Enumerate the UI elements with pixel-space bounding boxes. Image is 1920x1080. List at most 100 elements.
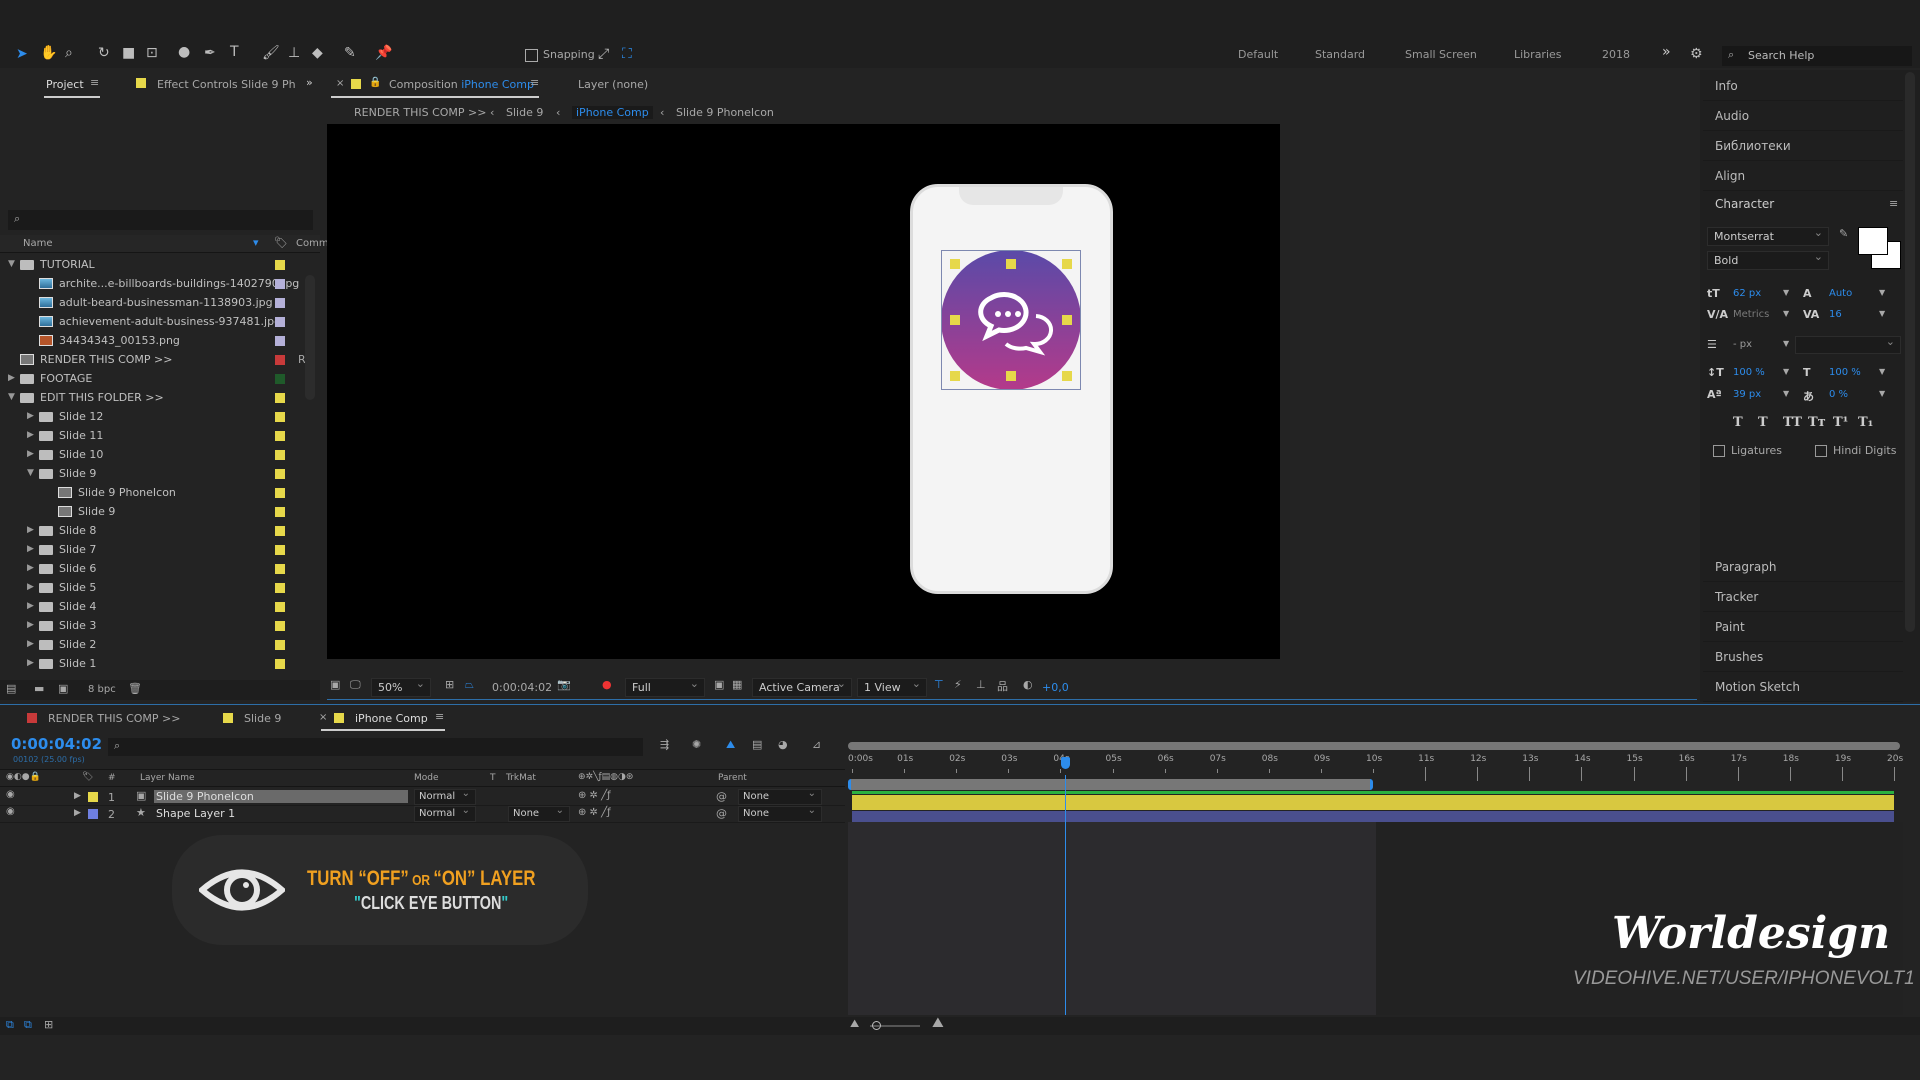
workspace-settings-icon[interactable]: ⚙ bbox=[1690, 46, 1703, 62]
selection-tool-icon[interactable]: ➤ bbox=[16, 46, 28, 62]
tab-layer[interactable]: Layer (none) bbox=[578, 78, 648, 91]
layer-bar-1[interactable] bbox=[852, 795, 1894, 810]
zoom-slider[interactable] bbox=[870, 1021, 920, 1030]
label-color[interactable] bbox=[275, 260, 285, 270]
timeline-menu-icon[interactable]: ≡ bbox=[435, 710, 444, 723]
workspace-1[interactable]: Standard bbox=[1315, 48, 1365, 61]
transform-handle[interactable] bbox=[1062, 259, 1072, 269]
dropdown-arrow-icon[interactable]: ▼ bbox=[1879, 288, 1885, 297]
stroke-style-dropdown[interactable] bbox=[1795, 335, 1901, 354]
graph-editor-icon[interactable]: ⊿ bbox=[812, 738, 821, 751]
collapsed-arrow-icon[interactable]: ▶ bbox=[27, 544, 34, 554]
monitor-icon[interactable]: 🖵 bbox=[350, 678, 361, 692]
tsume-value[interactable]: 0 % bbox=[1829, 389, 1848, 400]
project-item[interactable]: achievement-adult-business-937481.jpg bbox=[0, 312, 320, 331]
character-menu-icon[interactable]: ≡ bbox=[1889, 197, 1898, 210]
zoom-in-icon[interactable]: ⛰ bbox=[932, 1015, 944, 1031]
expanded-arrow-icon[interactable]: ▼ bbox=[8, 392, 15, 402]
dropdown-arrow-icon[interactable]: ▼ bbox=[1783, 367, 1789, 376]
region-of-interest-icon[interactable]: ⊞ bbox=[445, 678, 454, 691]
camera-tool-icon[interactable]: ■ bbox=[122, 45, 135, 61]
faux-style-button-1[interactable]: T bbox=[1758, 415, 1768, 430]
transform-handle[interactable] bbox=[950, 371, 960, 381]
project-item[interactable]: ▶ Slide 3 bbox=[0, 616, 320, 635]
toggle-pixel-aspect-icon[interactable]: ⊤ bbox=[934, 678, 944, 691]
layer-switches[interactable]: ⊕ ✲ ╱ƒ bbox=[578, 790, 611, 801]
expand-arrow-icon[interactable]: ▶ bbox=[74, 791, 81, 801]
breadcrumb-item[interactable]: RENDER THIS COMP >> bbox=[354, 106, 487, 119]
project-item[interactable]: ▶ Slide 5 bbox=[0, 578, 320, 597]
label-color[interactable] bbox=[275, 621, 285, 631]
shape-tool-icon[interactable]: ● bbox=[178, 44, 190, 60]
project-item[interactable]: ▶ Slide 2 bbox=[0, 635, 320, 654]
panel-item-top-3[interactable]: Align bbox=[1703, 162, 1903, 191]
font-family-dropdown[interactable]: Montserrat bbox=[1707, 226, 1829, 246]
panel-paragraph[interactable]: Paragraph bbox=[1703, 553, 1903, 582]
pickwhip-icon[interactable]: @ bbox=[716, 790, 727, 803]
dropdown-arrow-icon[interactable]: ▼ bbox=[1879, 367, 1885, 376]
viewer[interactable] bbox=[327, 124, 1280, 659]
eyedropper-icon[interactable]: ✎ bbox=[1839, 227, 1848, 240]
collapsed-arrow-icon[interactable]: ▶ bbox=[27, 411, 34, 421]
exposure-value[interactable]: +0,0 bbox=[1042, 681, 1069, 694]
transform-handle[interactable] bbox=[1006, 371, 1016, 381]
playhead-line[interactable] bbox=[1064, 775, 1066, 1015]
header-parent[interactable]: Parent bbox=[718, 773, 747, 783]
vertical-scale-value[interactable]: 100 % bbox=[1733, 367, 1765, 378]
breadcrumb-item[interactable]: Slide 9 bbox=[506, 106, 543, 119]
parent-dropdown[interactable]: None bbox=[738, 788, 822, 805]
comp-menu-icon[interactable]: ≡ bbox=[530, 76, 539, 89]
panel-paint[interactable]: Paint bbox=[1703, 613, 1903, 642]
collapsed-arrow-icon[interactable]: ▶ bbox=[27, 563, 34, 573]
dropdown-arrow-icon[interactable]: ▼ bbox=[1783, 339, 1789, 348]
flowchart-icon[interactable]: 品 bbox=[997, 678, 1008, 694]
eye-visibility-toggle[interactable]: ◉ bbox=[6, 806, 15, 817]
workspace-4[interactable]: 2018 bbox=[1602, 48, 1630, 61]
project-item[interactable]: ▶ FOOTAGE bbox=[0, 369, 320, 388]
delete-icon[interactable]: 🗑 bbox=[128, 682, 142, 695]
shy-layers-icon[interactable]: ⛰ bbox=[726, 738, 735, 752]
fast-preview-icon[interactable]: ▣ bbox=[714, 678, 724, 691]
layer-color-label[interactable] bbox=[88, 792, 98, 802]
project-menu-icon[interactable]: ≡ bbox=[90, 76, 99, 89]
close-tab-icon[interactable]: × bbox=[319, 712, 327, 723]
label-color[interactable] bbox=[275, 374, 285, 384]
project-item[interactable]: ▶ Slide 10 bbox=[0, 445, 320, 464]
puppet-tool-icon[interactable]: 📌 bbox=[375, 45, 392, 61]
collapsed-arrow-icon[interactable]: ▶ bbox=[8, 373, 15, 383]
render-icon[interactable]: ⚡ bbox=[954, 678, 962, 691]
project-item[interactable]: ▶ Slide 8 bbox=[0, 521, 320, 540]
timeline-current-time[interactable]: 0:00:04:02 bbox=[11, 735, 102, 753]
channel-icon[interactable]: ● bbox=[602, 678, 612, 691]
panel-brushes[interactable]: Brushes bbox=[1703, 643, 1903, 672]
hand-tool-icon[interactable]: ✋ bbox=[40, 45, 57, 61]
timeline-icon[interactable]: ⊥ bbox=[976, 678, 986, 691]
label-color[interactable] bbox=[275, 640, 285, 650]
brush-tool-icon[interactable]: 🖌 bbox=[262, 45, 280, 61]
stroke-width-value[interactable]: - px bbox=[1733, 339, 1752, 350]
close-tab-icon[interactable]: × bbox=[336, 78, 344, 89]
layer-name[interactable]: Shape Layer 1 bbox=[154, 807, 408, 820]
transform-handle[interactable] bbox=[950, 315, 960, 325]
toggle-switches-icon[interactable]: ⧉ bbox=[6, 1018, 14, 1032]
tab-effect-controls[interactable]: Effect Controls Slide 9 Ph bbox=[157, 78, 296, 91]
label-color[interactable] bbox=[275, 431, 285, 441]
snap-grid-icon[interactable]: ⛶ bbox=[622, 46, 632, 62]
layer-row[interactable]: ◉ ▶ 2 ★ Shape Layer 1 Normal None ⊕ ✲ ╱ƒ @ None bbox=[0, 805, 845, 823]
workspace-0[interactable]: Default bbox=[1238, 48, 1278, 61]
track-matte-dropdown[interactable]: None bbox=[508, 805, 570, 822]
dropdown-arrow-icon[interactable]: ▼ bbox=[1783, 288, 1789, 297]
project-item[interactable]: ▼ Slide 9 bbox=[0, 464, 320, 483]
ligatures-checkbox[interactable] bbox=[1713, 445, 1725, 457]
transform-handle[interactable] bbox=[1062, 315, 1072, 325]
faux-style-button-4[interactable]: T¹ bbox=[1833, 415, 1848, 430]
views-dropdown[interactable]: 1 View bbox=[857, 677, 927, 697]
toggle-render-time-icon[interactable]: ⊞ bbox=[44, 1018, 53, 1031]
panel-tracker[interactable]: Tracker bbox=[1703, 583, 1903, 612]
timeline-tab[interactable]: iPhone Comp bbox=[355, 712, 428, 725]
tab-project[interactable]: Project bbox=[46, 78, 84, 91]
workspace-3[interactable]: Libraries bbox=[1514, 48, 1562, 61]
pan-behind-tool-icon[interactable]: ⊡ bbox=[146, 45, 158, 61]
rotate-tool-icon[interactable]: ↻ bbox=[98, 45, 110, 61]
snapping-checkbox[interactable] bbox=[525, 49, 538, 62]
